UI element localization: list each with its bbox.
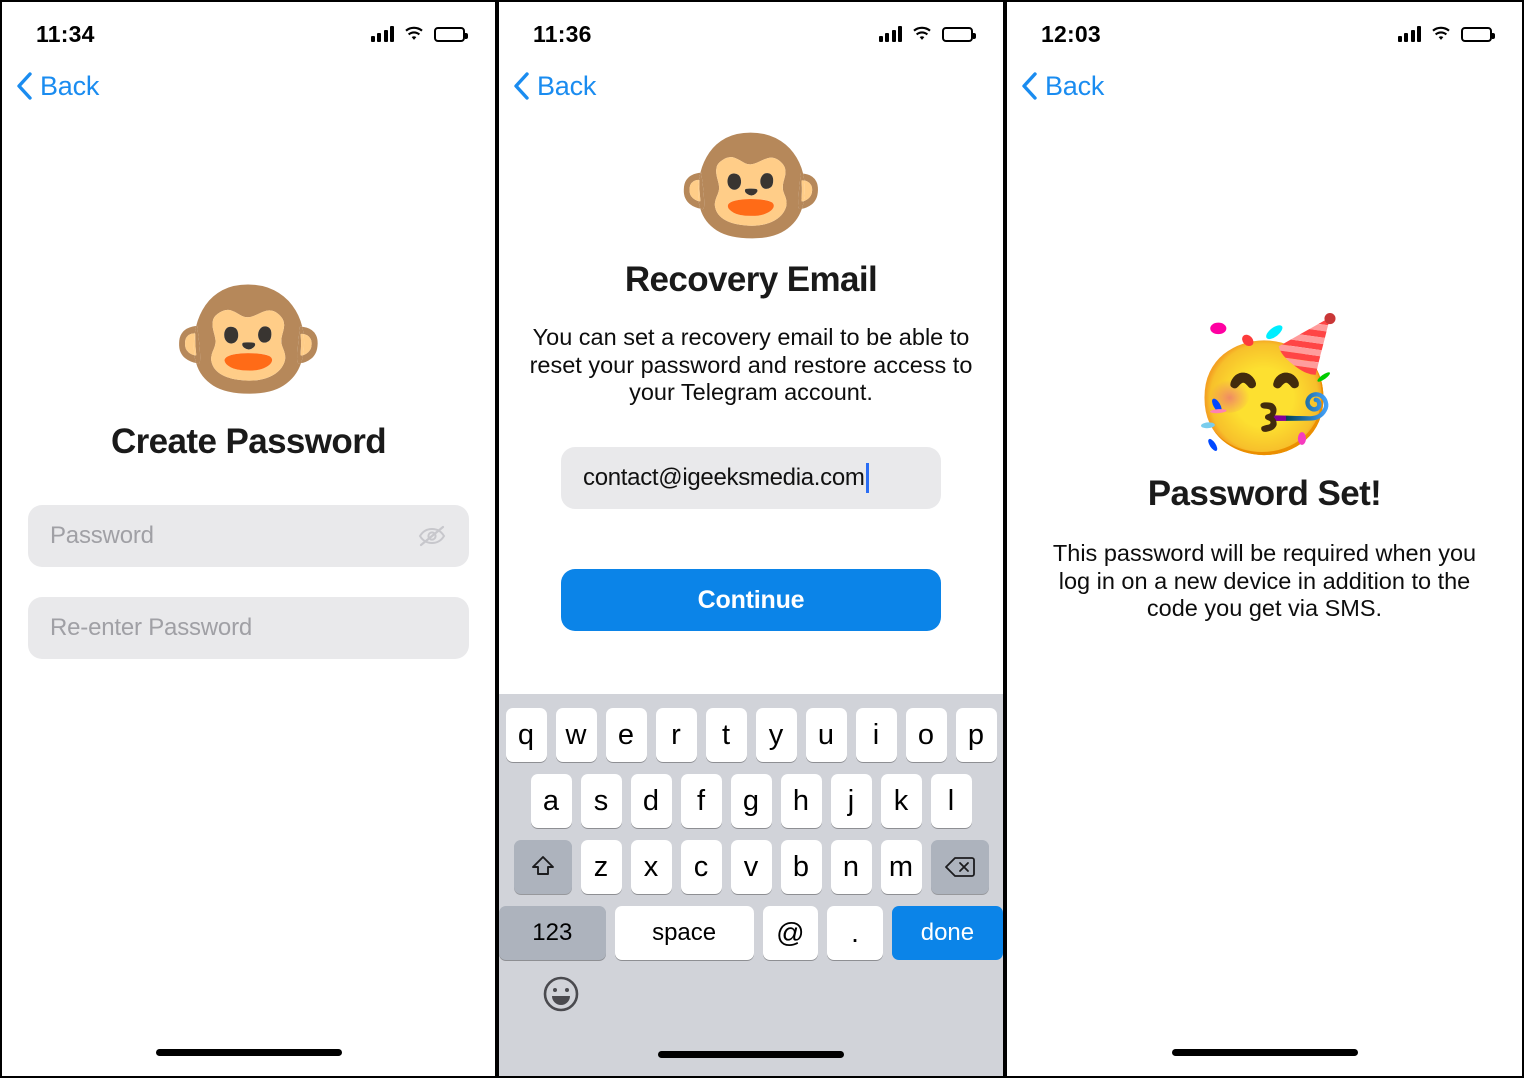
wifi-icon bbox=[405, 26, 423, 40]
key-z[interactable]: z bbox=[580, 840, 622, 894]
phone-panel-recovery-email: 11:36 Back 🐵 Recovery Email You can set … bbox=[497, 0, 1005, 1078]
phone-panel-create-password: 11:34 Back 🐵 Create Password Password Re… bbox=[0, 0, 497, 1078]
smiley-face-icon[interactable] bbox=[541, 974, 581, 1014]
key-b[interactable]: b bbox=[780, 840, 822, 894]
page-title: Recovery Email bbox=[624, 260, 878, 299]
key-u[interactable]: u bbox=[805, 708, 847, 762]
keyboard-row-1: q w e r t y u i o p bbox=[499, 708, 1003, 762]
back-button[interactable]: Back bbox=[16, 71, 99, 102]
battery-icon bbox=[434, 26, 468, 42]
wifi-icon bbox=[1432, 26, 1450, 40]
space-key[interactable]: space bbox=[614, 906, 754, 960]
home-indicator bbox=[155, 1049, 342, 1056]
done-key[interactable]: done bbox=[891, 906, 1003, 960]
status-icons bbox=[878, 26, 976, 42]
cellular-bars-icon bbox=[370, 26, 394, 42]
backspace-key[interactable] bbox=[930, 840, 989, 894]
status-bar: 11:36 bbox=[499, 2, 1003, 58]
key-r[interactable]: r bbox=[655, 708, 697, 762]
back-button[interactable]: Back bbox=[1021, 71, 1104, 102]
partying-face-emoji: 🥳 bbox=[1186, 314, 1343, 455]
key-s[interactable]: s bbox=[580, 774, 622, 828]
keyboard-row-4: 123 space @ . done bbox=[499, 906, 1003, 960]
back-button[interactable]: Back bbox=[513, 71, 596, 102]
back-label: Back bbox=[537, 70, 597, 101]
key-d[interactable]: d bbox=[630, 774, 672, 828]
on-screen-keyboard: q w e r t y u i o p a s d f g h j k l z … bbox=[499, 694, 1003, 1076]
status-icons bbox=[370, 26, 468, 42]
reenter-password-input[interactable]: Re-enter Password bbox=[28, 597, 469, 659]
status-time: 12:03 bbox=[1041, 20, 1101, 47]
nav-bar: Back bbox=[2, 58, 495, 114]
key-k[interactable]: k bbox=[880, 774, 922, 828]
key-i[interactable]: i bbox=[855, 708, 897, 762]
shift-key[interactable] bbox=[513, 840, 572, 894]
key-y[interactable]: y bbox=[755, 708, 797, 762]
keyboard-bottom-bar bbox=[499, 966, 1003, 1022]
key-e[interactable]: e bbox=[605, 708, 647, 762]
continue-button[interactable]: Continue bbox=[561, 569, 941, 632]
key-x[interactable]: x bbox=[630, 840, 672, 894]
key-a[interactable]: a bbox=[530, 774, 572, 828]
status-icons bbox=[1397, 26, 1495, 42]
page-title: Password Set! bbox=[1147, 474, 1382, 513]
status-time: 11:36 bbox=[533, 20, 592, 47]
chevron-left-icon bbox=[17, 72, 32, 100]
key-n[interactable]: n bbox=[830, 840, 872, 894]
key-v[interactable]: v bbox=[730, 840, 772, 894]
phone-panel-password-set: 12:03 Back 🥳 Password Set! This password… bbox=[1005, 0, 1524, 1078]
three-phone-screenshot-strip: 11:34 Back 🐵 Create Password Password Re… bbox=[0, 0, 1524, 1078]
page-title: Create Password bbox=[110, 422, 387, 461]
at-key[interactable]: @ bbox=[762, 906, 819, 960]
back-label: Back bbox=[1045, 70, 1105, 101]
nav-bar: Back bbox=[1007, 58, 1522, 114]
monkey-face-emoji: 🐵 bbox=[675, 117, 827, 253]
recovery-email-content: 🐵 Recovery Email You can set a recovery … bbox=[499, 117, 1003, 632]
key-o[interactable]: o bbox=[905, 708, 947, 762]
key-q[interactable]: q bbox=[505, 708, 547, 762]
key-m[interactable]: m bbox=[880, 840, 922, 894]
status-bar: 11:34 bbox=[2, 2, 495, 58]
nav-bar: Back bbox=[499, 58, 1003, 114]
wifi-icon bbox=[913, 26, 931, 40]
monkey-face-emoji: 🐵 bbox=[170, 268, 327, 409]
text-caret bbox=[865, 463, 869, 494]
page-subtitle: You can set a recovery email to be able … bbox=[529, 324, 973, 406]
keyboard-row-2: a s d f g h j k l bbox=[499, 774, 1003, 828]
period-key[interactable]: . bbox=[827, 906, 883, 960]
home-indicator bbox=[1171, 1049, 1358, 1056]
back-label: Back bbox=[40, 70, 100, 101]
key-h[interactable]: h bbox=[780, 774, 822, 828]
backspace-delete-icon bbox=[944, 857, 975, 877]
key-c[interactable]: c bbox=[680, 840, 722, 894]
battery-icon bbox=[942, 26, 976, 42]
status-time: 11:34 bbox=[36, 20, 95, 47]
eye-slash-icon[interactable] bbox=[417, 524, 447, 548]
password-set-content: 🥳 Password Set! This password will be re… bbox=[1007, 322, 1522, 623]
recovery-email-value: contact@igeeksmedia.com bbox=[583, 463, 869, 494]
chevron-left-icon bbox=[1022, 72, 1037, 100]
reenter-password-placeholder: Re-enter Password bbox=[50, 614, 253, 641]
home-indicator bbox=[658, 1051, 844, 1058]
key-l[interactable]: l bbox=[930, 774, 972, 828]
create-password-content: 🐵 Create Password Password Re-enter Pass… bbox=[2, 276, 495, 659]
key-f[interactable]: f bbox=[680, 774, 722, 828]
key-j[interactable]: j bbox=[830, 774, 872, 828]
numeric-key[interactable]: 123 bbox=[499, 906, 606, 960]
status-bar: 12:03 bbox=[1007, 2, 1522, 58]
recovery-email-input[interactable]: contact@igeeksmedia.com bbox=[561, 447, 941, 510]
cellular-bars-icon bbox=[1397, 26, 1421, 42]
key-g[interactable]: g bbox=[730, 774, 772, 828]
battery-icon bbox=[1461, 26, 1495, 42]
key-p[interactable]: p bbox=[955, 708, 997, 762]
password-placeholder: Password bbox=[50, 522, 154, 549]
chevron-left-icon bbox=[514, 72, 529, 100]
key-w[interactable]: w bbox=[555, 708, 597, 762]
shift-arrow-icon bbox=[531, 856, 554, 875]
cellular-bars-icon bbox=[878, 26, 902, 42]
page-subtitle: This password will be required when you … bbox=[1052, 540, 1477, 622]
key-t[interactable]: t bbox=[705, 708, 747, 762]
keyboard-row-3: z x c v b n m bbox=[499, 840, 1003, 894]
password-input[interactable]: Password bbox=[28, 505, 469, 567]
